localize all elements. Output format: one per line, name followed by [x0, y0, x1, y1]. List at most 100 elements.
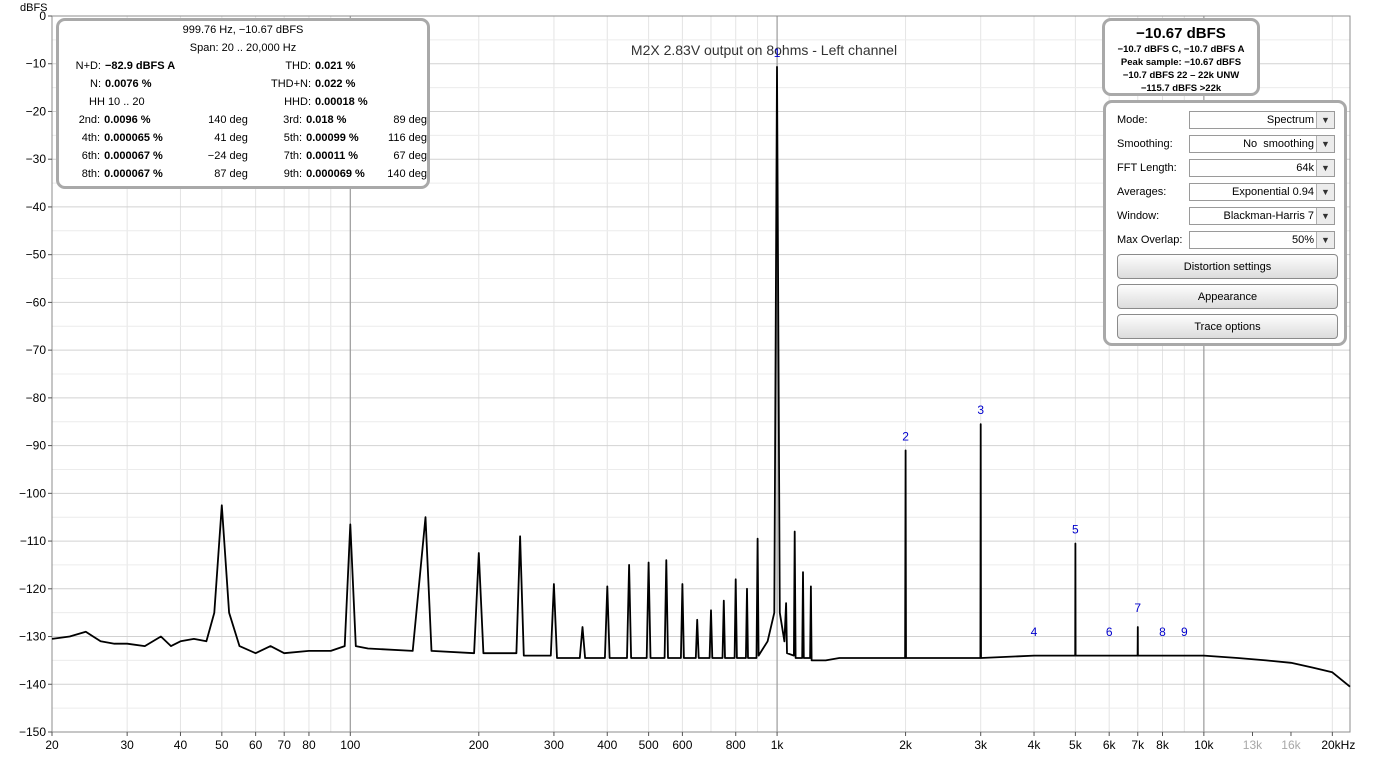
harmonic-phase: 140 deg — [208, 114, 248, 126]
mode-row: Mode: Spectrum ▼ — [1115, 111, 1343, 131]
averages-row: Averages: Exponential 0.94 ▼ — [1115, 183, 1343, 203]
n-value: 0.0076 % — [105, 78, 152, 90]
harmonic-marker-3: 3 — [977, 403, 984, 417]
x-tick-label: 800 — [726, 738, 746, 752]
max-overlap-value: 50% — [1291, 234, 1314, 246]
harmonic-marker-1: 1 — [774, 46, 781, 60]
y-tick-label: −50 — [26, 248, 47, 262]
appearance-button[interactable]: Appearance — [1117, 284, 1338, 309]
x-tick-label: 20 — [45, 738, 59, 752]
window-label: Window: — [1117, 210, 1160, 222]
harmonic-marker-6: 6 — [1106, 625, 1113, 639]
x-tick-label: 20kHz — [1321, 738, 1355, 752]
y-tick-label: −20 — [26, 104, 47, 118]
y-tick-label: −140 — [19, 677, 46, 691]
chevron-down-icon: ▼ — [1316, 160, 1334, 176]
y-tick-label: −70 — [26, 343, 47, 357]
max-overlap-label: Max Overlap: — [1117, 234, 1183, 246]
level-main: −10.67 dBFS — [1136, 25, 1226, 42]
max-overlap-select[interactable]: 50% ▼ — [1189, 231, 1335, 249]
fft-length-row: FFT Length: 64k ▼ — [1115, 159, 1343, 179]
smoothing-select[interactable]: No smoothing ▼ — [1189, 135, 1335, 153]
window-select[interactable]: Blackman-Harris 7 ▼ — [1189, 207, 1335, 225]
harmonic-phase: 67 deg — [393, 150, 427, 162]
thd-value: 0.021 % — [315, 60, 356, 72]
x-tick-label: 70 — [278, 738, 292, 752]
harmonic-value: 0.0096 % — [104, 114, 151, 126]
x-tick-label: 10k — [1194, 738, 1214, 752]
nd-value: −82.9 dBFS A — [105, 60, 176, 72]
settings-panel: Mode: Spectrum ▼ Smoothing: No smoothing… — [1103, 100, 1347, 346]
nd-label: N+D: — [75, 60, 101, 72]
harmonic-phase: 140 deg — [387, 168, 427, 180]
window-value: Blackman-Harris 7 — [1223, 210, 1314, 222]
harmonic-label: 7th: — [283, 150, 303, 162]
thd-label: THD: — [285, 60, 311, 72]
harmonic-phase: −24 deg — [207, 150, 248, 162]
harmonic-label: 8th: — [81, 168, 101, 180]
harmonic-value: 0.00011 % — [306, 150, 359, 162]
x-tick-label: 4k — [1028, 738, 1042, 752]
y-tick-label: −130 — [19, 630, 46, 644]
x-tick-label: 1k — [771, 738, 785, 752]
harmonic-marker-4: 4 — [1031, 625, 1038, 639]
harmonic-marker-8: 8 — [1159, 625, 1166, 639]
chevron-down-icon: ▼ — [1316, 208, 1334, 224]
smoothing-row: Smoothing: No smoothing ▼ — [1115, 135, 1343, 155]
stats-table: N+D: −82.9 dBFS A THD: 0.021 % N: 0.0076… — [61, 57, 425, 111]
y-tick-label: −90 — [26, 439, 47, 453]
averages-value: Exponential 0.94 — [1232, 186, 1314, 198]
trace-options-button[interactable]: Trace options — [1117, 314, 1338, 339]
harmonic-value: 0.00099 % — [306, 132, 359, 144]
x-tick-label: 16k — [1281, 738, 1301, 752]
harmonic-marker-5: 5 — [1072, 522, 1079, 536]
x-tick-label: 40 — [174, 738, 188, 752]
mode-label: Mode: — [1117, 114, 1148, 126]
averages-label: Averages: — [1117, 186, 1167, 198]
harmonic-row: 2nd: 0.0096 % 140 deg 3rd: 0.018 % 89 deg — [61, 111, 427, 129]
harmonic-marker-7: 7 — [1134, 601, 1141, 615]
harmonic-label: 4th: — [81, 132, 101, 144]
harmonic-label: 2nd: — [78, 114, 101, 126]
fft-length-value: 64k — [1296, 162, 1314, 174]
harmonic-value: 0.000067 % — [104, 150, 163, 162]
x-tick-label: 600 — [672, 738, 692, 752]
x-tick-label: 80 — [302, 738, 316, 752]
fft-length-select[interactable]: 64k ▼ — [1189, 159, 1335, 177]
thdn-label: THD+N: — [270, 78, 311, 90]
distortion-settings-button[interactable]: Distortion settings — [1117, 254, 1338, 279]
max-overlap-row: Max Overlap: 50% ▼ — [1115, 231, 1343, 251]
x-tick-label: 500 — [639, 738, 659, 752]
harmonic-label: 3rd: — [283, 114, 303, 126]
y-tick-label: −10 — [26, 57, 47, 71]
x-tick-label: 100 — [340, 738, 360, 752]
harmonic-marker-9: 9 — [1181, 625, 1188, 639]
mode-select[interactable]: Spectrum ▼ — [1189, 111, 1335, 129]
chevron-down-icon: ▼ — [1316, 184, 1334, 200]
level-unweighted: −10.7 dBFS 22 – 22k UNW — [1122, 70, 1240, 81]
chevron-down-icon: ▼ — [1316, 112, 1334, 128]
x-tick-label: 7k — [1131, 738, 1145, 752]
y-tick-label: −120 — [19, 582, 46, 596]
level-weighted: −10.7 dBFS C, −10.7 dBFS A — [1117, 44, 1245, 55]
harmonic-phase: 89 deg — [393, 114, 427, 126]
hhd-label: HHD: — [284, 96, 311, 108]
x-tick-label: 400 — [597, 738, 617, 752]
smoothing-value: No smoothing — [1243, 138, 1314, 150]
y-tick-label: −110 — [20, 534, 46, 548]
harmonic-row: 8th: 0.000067 % 87 deg 9th: 0.000069 % 140 de… — [61, 165, 427, 183]
x-tick-label: 6k — [1103, 738, 1117, 752]
averages-select[interactable]: Exponential 0.94 ▼ — [1189, 183, 1335, 201]
harmonic-value: 0.000069 % — [306, 168, 365, 180]
harmonic-label: 5th: — [283, 132, 303, 144]
thdn-value: 0.022 % — [315, 78, 356, 90]
y-tick-label: −40 — [26, 200, 47, 214]
y-tick-label: −80 — [26, 391, 47, 405]
smoothing-label: Smoothing: — [1117, 138, 1173, 150]
harmonic-row: 4th: 0.000065 % 41 deg 5th: 0.00099 % 116 deg — [61, 129, 427, 147]
y-tick-label: −150 — [19, 725, 46, 739]
y-axis-label: dBFS — [20, 2, 48, 14]
harmonic-value: 0.000065 % — [104, 132, 163, 144]
hhd-value: 0.00018 % — [315, 96, 368, 108]
fft-length-label: FFT Length: — [1117, 162, 1177, 174]
